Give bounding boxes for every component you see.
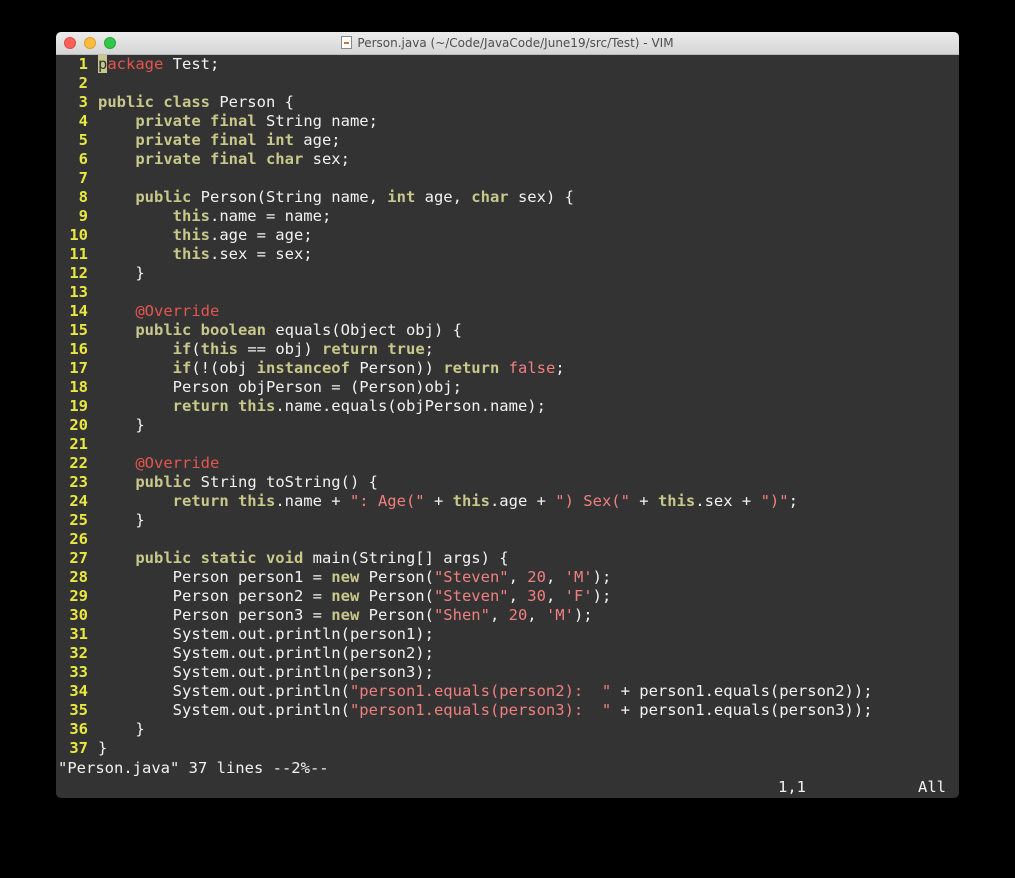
line-number: 2 xyxy=(78,74,88,92)
line-number: 19 xyxy=(69,397,88,415)
line-number: 26 xyxy=(69,530,88,548)
line-text: Person objPerson = (Person)obj; xyxy=(98,378,462,396)
cursor-position: 1,1 xyxy=(778,778,806,796)
line-number: 9 xyxy=(78,207,88,225)
line-text: return this.name + ": Age(" + this.age +… xyxy=(172,492,798,510)
line-number: 34 xyxy=(69,682,88,700)
line-text: private final char sex; xyxy=(135,150,350,168)
line-number: 32 xyxy=(69,644,88,662)
vim-window: Person.java (~/Code/JavaCode/June19/src/… xyxy=(56,32,959,798)
line-number: 30 xyxy=(69,606,88,624)
line-number: 14 xyxy=(69,302,88,320)
line-text: Person person3 = new Person("Shen", 20, … xyxy=(98,606,593,624)
line-number: 10 xyxy=(69,226,88,244)
line-text: if(!(obj instanceof Person)) return fals… xyxy=(172,359,565,377)
line-number: 27 xyxy=(69,549,88,567)
line-number: 16 xyxy=(69,340,88,358)
line-number: 7 xyxy=(78,169,88,187)
line-number: 36 xyxy=(69,720,88,738)
line-text: } xyxy=(98,416,145,434)
line-text: System.out.println(person2); xyxy=(98,644,434,662)
line-text: return this.name.equals(objPerson.name); xyxy=(172,397,546,415)
line-number: 29 xyxy=(69,587,88,605)
line-number: 6 xyxy=(78,150,88,168)
line-number: 12 xyxy=(69,264,88,282)
line-number: 4 xyxy=(78,112,88,130)
line-text: public static void main(String[] args) { xyxy=(135,549,509,567)
line-number: 8 xyxy=(78,188,88,206)
window-title: Person.java (~/Code/JavaCode/June19/src/… xyxy=(56,32,959,54)
line-number: 21 xyxy=(69,435,88,453)
line-text: } xyxy=(98,720,145,738)
line-text: this.name = name; xyxy=(172,207,332,225)
line-text: } xyxy=(98,264,145,282)
line-text: private final String name; xyxy=(135,112,378,130)
line-text: @Override xyxy=(135,454,220,472)
line-number: 3 xyxy=(78,93,88,111)
line-text: @Override xyxy=(135,302,220,320)
line-number: 25 xyxy=(69,511,88,529)
text-cursor: p xyxy=(98,55,108,73)
line-text: System.out.println("person1.equals(perso… xyxy=(98,682,873,700)
line-text: Person person1 = new Person("Steven", 20… xyxy=(98,568,612,586)
line-text: System.out.println("person1.equals(perso… xyxy=(98,701,873,719)
line-text: System.out.println(person3); xyxy=(98,663,434,681)
line-number: 13 xyxy=(69,283,88,301)
line-text: Person person2 = new Person("Steven", 30… xyxy=(98,587,612,605)
line-number: 15 xyxy=(69,321,88,339)
line-text: package Test; xyxy=(98,55,220,73)
line-number: 37 xyxy=(69,739,88,757)
window-title-text: Person.java (~/Code/JavaCode/June19/src/… xyxy=(357,36,674,50)
line-number: 17 xyxy=(69,359,88,377)
java-file-icon xyxy=(341,36,353,49)
line-text: public boolean equals(Object obj) { xyxy=(135,321,462,339)
line-number: 5 xyxy=(78,131,88,149)
line-text: System.out.println(person1); xyxy=(98,625,434,643)
line-number: 31 xyxy=(69,625,88,643)
line-number: 23 xyxy=(69,473,88,491)
line-text: } xyxy=(98,511,145,529)
line-text: public Person(String name, int age, char… xyxy=(135,188,574,206)
line-text: if(this == obj) return true; xyxy=(172,340,435,358)
line-number: 22 xyxy=(69,454,88,472)
line-number: 18 xyxy=(69,378,88,396)
line-number: 11 xyxy=(69,245,88,263)
line-text: } xyxy=(98,739,108,757)
line-text: public String toString() { xyxy=(135,473,378,491)
command-line-message: "Person.java" 37 lines --2%-- xyxy=(58,759,329,777)
line-text: public class Person { xyxy=(98,93,294,111)
line-text: this.sex = sex; xyxy=(172,245,313,263)
line-text: private final int age; xyxy=(135,131,341,149)
line-number: 28 xyxy=(69,568,88,586)
line-number: 1 xyxy=(78,55,88,73)
scroll-position: All xyxy=(918,778,946,796)
line-number: 24 xyxy=(69,492,88,510)
line-number: 35 xyxy=(69,701,88,719)
line-number: 33 xyxy=(69,663,88,681)
title-bar[interactable]: Person.java (~/Code/JavaCode/June19/src/… xyxy=(56,32,959,55)
line-number: 20 xyxy=(69,416,88,434)
line-text: this.age = age; xyxy=(172,226,313,244)
